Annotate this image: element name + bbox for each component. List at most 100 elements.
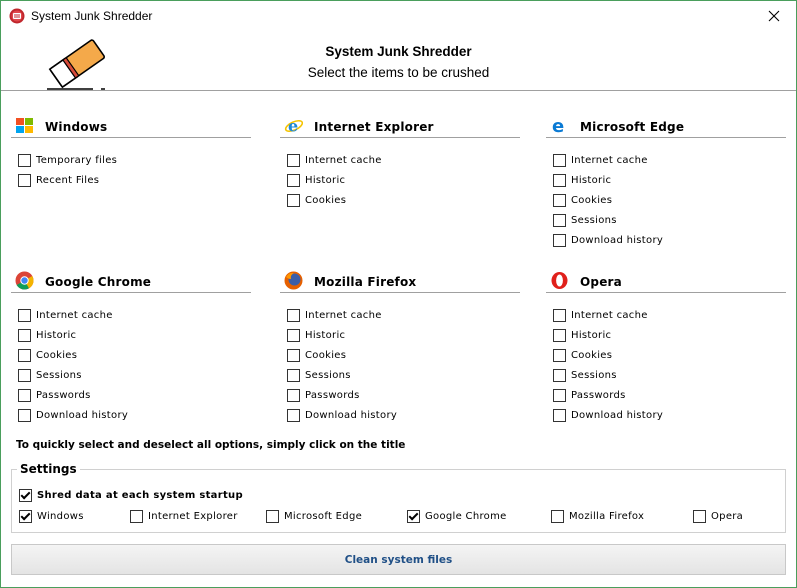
option-historic[interactable]: Historic (18, 327, 76, 343)
option-passwords[interactable]: Passwords (18, 387, 91, 403)
checkbox[interactable] (693, 509, 706, 523)
option-passwords[interactable]: Passwords (287, 387, 360, 403)
startup-target-microsoft-edge[interactable]: Microsoft Edge (266, 508, 362, 524)
checkbox[interactable] (287, 153, 300, 167)
checkbox[interactable] (18, 368, 31, 382)
option-label: Internet cache (571, 154, 648, 166)
checkbox[interactable] (287, 408, 300, 422)
option-temporary-files[interactable]: Temporary files (18, 152, 117, 168)
checkbox[interactable] (553, 213, 566, 227)
option-label: Internet cache (571, 309, 648, 321)
group-title-microsoft-edge[interactable]: e Microsoft Edge (546, 115, 786, 138)
checkbox[interactable] (553, 308, 566, 322)
option-sessions[interactable]: Sessions (287, 367, 351, 383)
checkbox[interactable] (287, 348, 300, 362)
clean-system-files-button[interactable]: Clean system files (11, 544, 786, 575)
option-sessions[interactable]: Sessions (553, 212, 617, 228)
option-label: Opera (711, 510, 744, 522)
checkbox[interactable] (553, 153, 566, 167)
checkbox[interactable] (266, 509, 279, 523)
option-historic[interactable]: Historic (553, 172, 611, 188)
option-historic[interactable]: Historic (287, 327, 345, 343)
option-sessions[interactable]: Sessions (553, 367, 617, 383)
option-label: Sessions (571, 214, 617, 226)
checkbox[interactable] (287, 173, 300, 187)
option-internet-cache[interactable]: Internet cache (287, 307, 382, 323)
option-historic[interactable]: Historic (553, 327, 611, 343)
checkbox[interactable] (407, 509, 420, 523)
option-historic[interactable]: Historic (287, 172, 345, 188)
startup-target-internet-explorer[interactable]: Internet Explorer (130, 508, 238, 524)
checkbox[interactable] (553, 408, 566, 422)
group-title-mozilla-firefox[interactable]: Mozilla Firefox (280, 270, 520, 293)
svg-text:e: e (552, 116, 564, 135)
checkbox[interactable] (18, 408, 31, 422)
option-label: Historic (305, 329, 346, 341)
option-download-history[interactable]: Download history (553, 407, 663, 423)
option-label: Historic (36, 329, 77, 341)
option-internet-cache[interactable]: Internet cache (553, 152, 648, 168)
option-label: Windows (37, 510, 84, 522)
option-cookies[interactable]: Cookies (287, 347, 346, 363)
app-window: System Junk Shredder System Junk Shredde… (0, 0, 797, 588)
checkbox[interactable] (553, 233, 566, 247)
startup-target-google-chrome[interactable]: Google Chrome (407, 508, 507, 524)
option-cookies[interactable]: Cookies (553, 347, 612, 363)
group-title-google-chrome[interactable]: Google Chrome (11, 270, 251, 293)
group-title-windows[interactable]: Windows (11, 115, 251, 138)
checkbox[interactable] (553, 388, 566, 402)
option-label: Passwords (571, 389, 626, 401)
option-download-history[interactable]: Download history (553, 232, 663, 248)
option-download-history[interactable]: Download history (287, 407, 397, 423)
eraser-icon (47, 39, 106, 90)
option-cookies[interactable]: Cookies (553, 192, 612, 208)
option-sessions[interactable]: Sessions (18, 367, 82, 383)
header-subtitle: Select the items to be crushed (307, 65, 490, 80)
checkbox[interactable] (553, 368, 566, 382)
startup-target-mozilla-firefox[interactable]: Mozilla Firefox (551, 508, 644, 524)
checkbox[interactable] (19, 488, 32, 502)
option-download-history[interactable]: Download history (18, 407, 128, 423)
checkbox[interactable] (287, 388, 300, 402)
svg-text:e: e (288, 117, 298, 136)
startup-target-windows[interactable]: Windows (19, 508, 84, 524)
option-label: Cookies (36, 349, 78, 361)
checkbox[interactable] (18, 348, 31, 362)
startup-target-opera[interactable]: Opera (693, 508, 743, 524)
checkbox[interactable] (287, 368, 300, 382)
option-passwords[interactable]: Passwords (553, 387, 626, 403)
option-label: Passwords (305, 389, 360, 401)
group-windows: Windows Temporary files Recent Files (11, 115, 251, 187)
option-recent-files[interactable]: Recent Files (18, 172, 99, 188)
option-internet-cache[interactable]: Internet cache (553, 307, 648, 323)
checkbox[interactable] (553, 173, 566, 187)
checkbox[interactable] (19, 509, 32, 523)
close-button[interactable] (752, 1, 796, 31)
option-label: Google Chrome (425, 510, 507, 522)
checkbox[interactable] (551, 509, 564, 523)
option-cookies[interactable]: Cookies (18, 347, 77, 363)
option-label: Internet cache (36, 309, 113, 321)
checkbox[interactable] (553, 193, 566, 207)
checkbox[interactable] (18, 153, 31, 167)
checkbox[interactable] (18, 328, 31, 342)
checkbox[interactable] (287, 193, 300, 207)
group-title-internet-explorer[interactable]: e Internet Explorer (280, 115, 520, 138)
option-shred-at-startup[interactable]: Shred data at each system startup (19, 487, 243, 503)
option-internet-cache[interactable]: Internet cache (18, 307, 113, 323)
checkbox[interactable] (287, 328, 300, 342)
close-icon (768, 10, 780, 22)
checkbox[interactable] (553, 348, 566, 362)
option-cookies[interactable]: Cookies (287, 192, 346, 208)
group-title-opera[interactable]: Opera (546, 270, 786, 293)
title-bar[interactable]: System Junk Shredder (1, 1, 796, 31)
option-label: Shred data at each system startup (37, 489, 243, 501)
checkbox[interactable] (18, 308, 31, 322)
checkbox[interactable] (18, 388, 31, 402)
checkbox[interactable] (18, 173, 31, 187)
checkbox[interactable] (130, 509, 143, 523)
checkbox[interactable] (553, 328, 566, 342)
header-title: System Junk Shredder (325, 44, 472, 59)
checkbox[interactable] (287, 308, 300, 322)
option-internet-cache[interactable]: Internet cache (287, 152, 382, 168)
